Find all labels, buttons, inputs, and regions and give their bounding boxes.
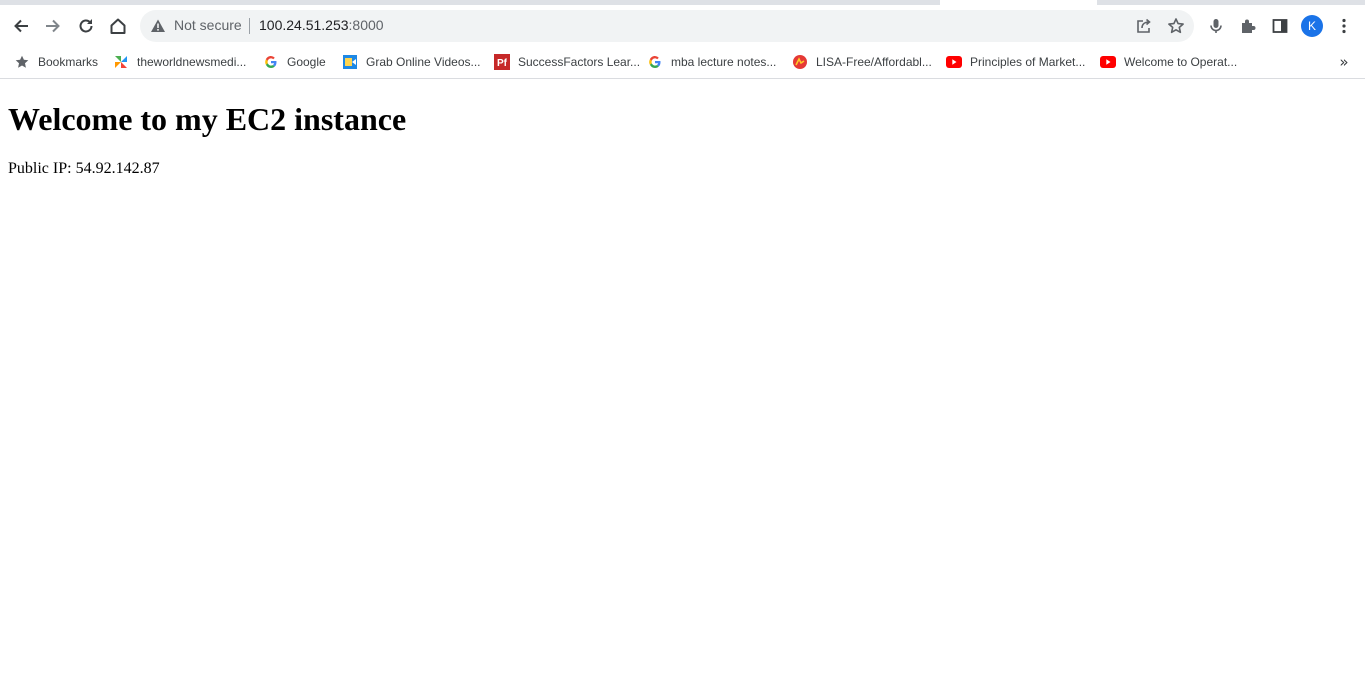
url-port: :8000 [348,17,384,33]
share-button[interactable] [1128,10,1160,42]
bookmark-label: theworldnewsmedi... [137,55,247,69]
side-panel-button[interactable] [1264,10,1296,42]
extensions-button[interactable] [1232,10,1264,42]
lisa-icon [792,54,808,70]
home-button[interactable] [102,10,134,42]
bookmark-item[interactable]: Google [263,51,326,73]
youtube-icon [946,54,962,70]
back-button[interactable] [5,10,37,42]
more-menu-icon [1342,18,1346,34]
bookmark-label: LISA-Free/Affordabl... [816,55,932,69]
page-heading: Welcome to my EC2 instance [8,101,407,137]
tab-strip [0,0,1365,9]
bookmark-label: Principles of Market... [970,55,1086,69]
google-icon [263,54,279,70]
forward-button[interactable] [37,10,69,42]
back-icon [14,19,28,33]
bookmark-label: Grab Online Videos... [366,55,481,69]
bookmark-item[interactable]: Grab Online Videos... [342,51,481,73]
star-icon [1168,18,1184,34]
bookmark-item[interactable]: Principles of Market... [946,51,1085,73]
public-ip-text: Public IP: 54.92.142.87 [8,160,160,177]
reload-button[interactable] [70,10,102,42]
address-separator [249,18,250,34]
pf-icon: Pf [494,54,510,70]
bookmark-label: mba lecture notes... [671,55,777,69]
bookmark-star-button[interactable] [1160,10,1192,42]
pinwheel-icon [113,54,129,70]
page-content: Welcome to my EC2 instance Public IP: 54… [8,80,1357,178]
profile-avatar[interactable]: K [1301,15,1323,37]
svg-text:Pf: Pf [497,58,508,69]
chevron-double-right-icon: » [1339,52,1349,71]
voice-search-button[interactable] [1200,10,1232,42]
bookmark-item[interactable]: LISA-Free/Affordabl... [792,51,932,73]
bookmarks-overflow-button[interactable]: » [1334,52,1354,72]
star-icon [14,54,30,70]
share-icon [1137,18,1151,33]
address-bar[interactable]: Not secure 100.24.51.253:8000 [140,10,1194,42]
extensions-icon [1242,19,1256,33]
url-host: 100.24.51.253 [259,17,349,33]
side-panel-icon [1272,19,1288,33]
bookmark-label: Bookmarks [38,55,99,69]
url-text[interactable]: 100.24.51.253:8000 [259,17,384,33]
tab-strip-left [0,0,940,5]
youtube-icon [1100,54,1116,70]
bookmark-item[interactable]: Welcome to Operat... [1100,51,1237,73]
bookmark-item[interactable]: Bookmarks [14,51,98,73]
home-icon [110,18,126,34]
bookmark-item[interactable]: Pf SuccessFactors Lear... [494,51,640,73]
forward-icon [46,19,60,33]
reload-icon [79,19,93,33]
tab-strip-right [1097,0,1365,5]
browser-toolbar: Not secure 100.24.51.253:8000 K [0,9,1365,45]
security-status-label[interactable]: Not secure [174,17,242,33]
microphone-icon [1210,19,1222,33]
bookmarks-bar: Bookmarks theworldnewsmedi... Google Gra… [0,46,1365,79]
bookmark-item[interactable]: theworldnewsmedi... [113,51,246,73]
bookmark-label: Google [287,55,326,69]
bookmark-item[interactable]: mba lecture notes... [647,51,776,73]
video-grab-icon [342,54,358,70]
google-icon [647,54,663,70]
more-menu-button[interactable] [1328,10,1360,42]
bookmark-label: Welcome to Operat... [1124,55,1238,69]
bookmark-label: SuccessFactors Lear... [518,55,641,69]
warning-icon[interactable] [150,18,166,34]
